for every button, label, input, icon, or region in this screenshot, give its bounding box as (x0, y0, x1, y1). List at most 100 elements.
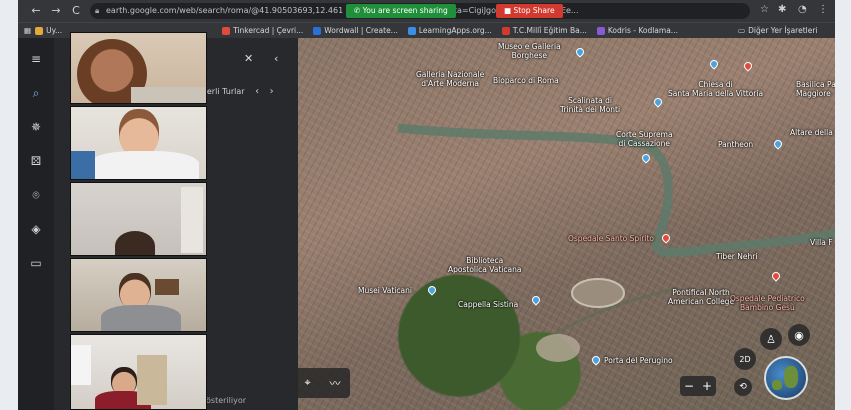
bookmark-label: Uy... (46, 26, 63, 35)
map-label[interactable]: Tiber Nehri (716, 252, 757, 261)
participant-clothing (101, 305, 181, 331)
map-label[interactable]: Museo e Galleria Borghese (498, 42, 561, 60)
map-label[interactable]: Biblioteca Apostolica Vaticana (448, 256, 521, 274)
apps-icon[interactable]: ▦ (24, 26, 31, 35)
bookmark-item[interactable]: Uy... (35, 26, 62, 35)
map-label[interactable]: Porta del Perugino (604, 356, 673, 365)
other-bookmarks-label: Diğer Yer İşaretleri (748, 26, 818, 35)
earth-left-rail: ≡ ⌕ ✵ ⚄ ⌾ ◈ ▭ (18, 38, 54, 410)
map-label[interactable]: Basilica Pa Maggiore (796, 80, 835, 98)
bookmark-item[interactable]: LearningApps.org... (407, 26, 492, 35)
screen-frame: ← → C 🔒︎ earth.google.com/web/search/rom… (18, 0, 835, 410)
map-label[interactable]: Altare della (790, 128, 833, 137)
bookmark-label: Kodris - Kodlama... (607, 26, 678, 35)
bookmark-icon (35, 26, 44, 35)
star-icon[interactable]: ☆ (760, 4, 769, 15)
phone-icon: ✆ (354, 6, 363, 15)
participant-clothing (131, 87, 206, 103)
reload-button[interactable]: C (68, 4, 84, 17)
participant-clothing (89, 151, 199, 179)
folder-icon: ▭ (738, 26, 746, 35)
map-label[interactable]: Pantheon (718, 140, 753, 149)
zoom-in-button[interactable]: + (702, 379, 712, 393)
video-tile-1[interactable] (70, 32, 207, 104)
map-label[interactable]: Bioparco di Roma (493, 76, 559, 85)
map-tools: ⌖ 〰 (295, 368, 350, 398)
background-object (71, 151, 95, 179)
bookmark-item[interactable]: Kodris - Kodlama... (596, 26, 678, 35)
map-label[interactable]: Scalinata di Trinità dei Monti (560, 96, 620, 114)
bookmark-item[interactable]: Wordwall | Create... (313, 26, 398, 35)
map-label[interactable]: Chiesa di Santa Maria della Vittoria (668, 80, 763, 98)
map-label[interactable]: Pontifical North American College (668, 288, 734, 306)
bookmark-icon (407, 26, 416, 35)
map-label[interactable]: Ospedale Pediatrico Bambino Gesù (730, 294, 805, 312)
bookmark-label: Wordwall | Create... (324, 26, 398, 35)
bookmark-icon (222, 26, 231, 35)
participant-face (119, 109, 159, 157)
video-tile-2[interactable] (70, 106, 207, 180)
chevron-right-icon[interactable]: › (270, 86, 274, 97)
globe-icon[interactable] (764, 356, 808, 400)
screen-sharing-text: You are screen sharing (362, 6, 448, 15)
toggle-2d-label: 2D (739, 354, 751, 364)
voyager-icon[interactable]: ✵ (18, 110, 54, 144)
background-window (71, 345, 91, 385)
search-icon[interactable]: ⌕ (18, 76, 54, 110)
map-label[interactable]: Musei Vaticani (358, 286, 412, 295)
participant-face (115, 231, 155, 255)
layers-icon[interactable]: ◈ (18, 212, 54, 246)
zoom-controls: − + (680, 376, 716, 396)
pegman-button[interactable]: ♙ (760, 328, 782, 350)
bookmark-icon (313, 26, 322, 35)
background-shelf (137, 355, 167, 405)
more-icon[interactable]: ⋮ (818, 4, 828, 15)
pegman-icon: ♙ (766, 332, 776, 346)
map-label[interactable]: Corte Suprema di Cassazione (616, 130, 673, 148)
collapse-panel-icon[interactable]: ‹ (274, 52, 278, 65)
globe-land (772, 380, 782, 390)
screen-sharing-indicator: ✆ You are screen sharing (346, 4, 456, 18)
projects-icon[interactable]: ⌾ (18, 178, 54, 212)
stop-share-button[interactable]: ■ Stop Share (496, 4, 563, 18)
video-tile-3[interactable] (70, 182, 207, 256)
bookmark-icon (501, 26, 510, 35)
orbit-button[interactable]: ⟲ (734, 378, 752, 396)
stop-share-label: Stop Share (513, 6, 555, 15)
bookmark-label: Tinkercad | Çevri... (233, 26, 304, 35)
map-label[interactable]: Ospedale Santo Spirito (568, 234, 654, 243)
panel-search-header: ✕ ‹ (194, 48, 298, 70)
panel-footer-text: österiliyor (206, 396, 246, 405)
other-bookmarks[interactable]: ▭ Diğer Yer İşaretleri (738, 26, 818, 35)
forward-button[interactable]: → (48, 4, 64, 17)
chevron-left-icon[interactable]: ‹ (255, 86, 259, 97)
bookmark-label: T.C.Millî Eğitim Ba... (512, 26, 587, 35)
draw-path-icon[interactable]: 〰 (330, 375, 341, 391)
video-tile-5[interactable] (70, 334, 207, 410)
menu-icon[interactable]: ≡ (18, 42, 54, 76)
map-label[interactable]: Cappella Sistina (458, 300, 518, 309)
bookmark-icon (596, 26, 605, 35)
desktop-background (835, 0, 851, 410)
lock-icon: 🔒︎ (95, 6, 100, 15)
map-label[interactable]: Villa F (810, 238, 833, 247)
bookmark-item[interactable]: Tinkercad | Çevri... (222, 26, 303, 35)
close-icon[interactable]: ✕ (244, 52, 253, 65)
toggle-2d-button[interactable]: 2D (734, 348, 756, 370)
browser-toolbar: ← → C 🔒︎ earth.google.com/web/search/rom… (18, 0, 835, 22)
background-door (181, 187, 203, 253)
measure-icon[interactable]: ▭ (18, 246, 54, 280)
orbit-icon: ⟲ (739, 382, 747, 392)
my-location-button[interactable]: ◉ (788, 324, 810, 346)
place-marker-icon[interactable]: ⌖ (304, 376, 310, 390)
extension-icon[interactable]: ✱ (778, 4, 786, 15)
bookmark-item[interactable]: T.C.Millî Eğitim Ba... (501, 26, 587, 35)
map-label[interactable]: Galleria Nazionale d'Arte Moderna (416, 70, 484, 88)
back-button[interactable]: ← (28, 4, 44, 17)
dice-icon[interactable]: ⚄ (18, 144, 54, 178)
video-tile-4[interactable] (70, 258, 207, 332)
compass-icon: ◉ (794, 328, 804, 342)
background-shelf (155, 279, 179, 295)
profile-icon[interactable]: ◔ (798, 4, 807, 15)
zoom-out-button[interactable]: − (684, 379, 694, 393)
